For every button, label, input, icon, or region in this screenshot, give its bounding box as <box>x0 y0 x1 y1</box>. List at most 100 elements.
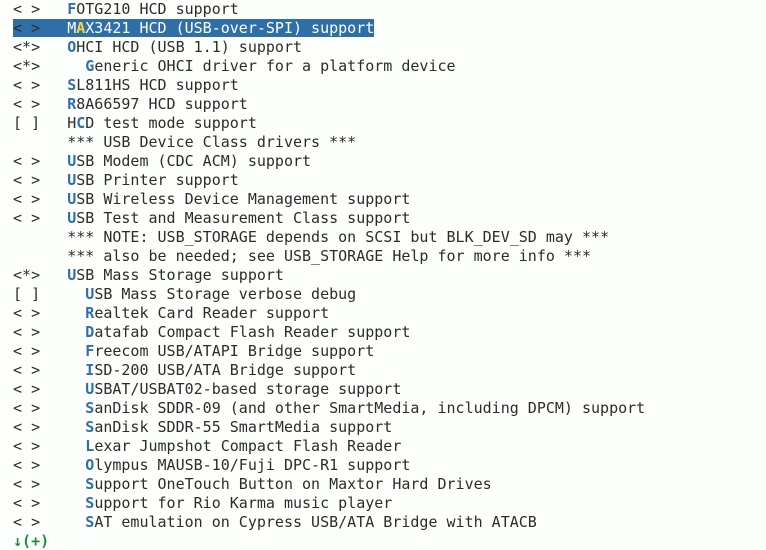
option-label: SAT emulation on Cypress USB/ATA Bridge … <box>85 513 537 531</box>
config-line-16[interactable]: < > Realtek Card Reader support <box>0 304 766 323</box>
option-state[interactable]: < > <box>13 456 40 474</box>
option-state[interactable]: < > <box>13 304 40 322</box>
option-state[interactable]: < > <box>13 418 40 436</box>
config-line-21[interactable]: < > SanDisk SDDR-09 (and other SmartMedi… <box>0 399 766 418</box>
option-label: Generic OHCI driver for a platform devic… <box>85 57 455 75</box>
option-state[interactable]: < > <box>13 95 40 113</box>
hotkey: C <box>76 114 85 132</box>
config-line-17[interactable]: < > Datafab Compact Flash Reader support <box>0 323 766 342</box>
option-state[interactable]: < > <box>13 190 40 208</box>
option-state[interactable]: < > <box>13 0 40 18</box>
config-line-10[interactable]: < > USB Wireless Device Management suppo… <box>0 190 766 209</box>
option-label: SL811HS HCD support <box>67 76 239 94</box>
option-label: ISD-200 USB/ATA Bridge support <box>85 361 356 379</box>
config-line-12[interactable]: *** NOTE: USB_STORAGE depends on SCSI bu… <box>0 228 766 247</box>
option-state[interactable]: < > <box>13 475 40 493</box>
hotkey: R <box>67 95 76 113</box>
option-label: Freecom USB/ATAPI Bridge support <box>85 342 374 360</box>
option-state[interactable]: < > <box>13 399 40 417</box>
hotkey: U <box>67 209 76 227</box>
config-line-1[interactable]: < > MAX3421 HCD (USB-over-SPI) support <box>0 19 766 38</box>
hotkey: U <box>67 266 76 284</box>
menuconfig-screen[interactable]: < > FOTG210 HCD support < > MAX3421 HCD … <box>0 0 766 550</box>
hotkey: S <box>85 475 94 493</box>
option-label: USB Wireless Device Management support <box>67 190 410 208</box>
option-label: R8A66597 HCD support <box>67 95 248 113</box>
down-arrow-icon: ↓(+) <box>4 532 49 550</box>
option-state[interactable]: [ ] <box>13 285 40 303</box>
option-label: Olympus MAUSB-10/Fuji DPC-R1 support <box>85 456 410 474</box>
option-label: FOTG210 HCD support <box>67 0 239 18</box>
config-line-3[interactable]: <*> Generic OHCI driver for a platform d… <box>0 57 766 76</box>
option-state[interactable]: < > <box>13 76 40 94</box>
option-state[interactable]: < > <box>13 380 40 398</box>
hotkey: R <box>85 304 94 322</box>
option-state[interactable]: <*> <box>13 57 40 75</box>
hotkey: G <box>85 57 94 75</box>
option-state[interactable] <box>13 247 40 265</box>
option-label: SanDisk SDDR-55 SmartMedia support <box>85 418 392 436</box>
option-label: USB Printer support <box>67 171 239 189</box>
config-line-19[interactable]: < > ISD-200 USB/ATA Bridge support <box>0 361 766 380</box>
hotkey: I <box>85 361 94 379</box>
hotkey: U <box>67 152 76 170</box>
option-label: Datafab Compact Flash Reader support <box>85 323 410 341</box>
hotkey: O <box>67 38 76 56</box>
config-line-27[interactable]: < > SAT emulation on Cypress USB/ATA Bri… <box>0 513 766 532</box>
option-label: Lexar Jumpshot Compact Flash Reader <box>85 437 401 455</box>
option-state[interactable]: <*> <box>13 38 40 56</box>
config-line-11[interactable]: < > USB Test and Measurement Class suppo… <box>0 209 766 228</box>
selection-highlight: < > MAX3421 HCD (USB-over-SPI) support <box>13 19 374 37</box>
option-label: USB Modem (CDC ACM) support <box>67 152 311 170</box>
config-line-20[interactable]: < > USBAT/USBAT02-based storage support <box>0 380 766 399</box>
config-line-7[interactable]: *** USB Device Class drivers *** <box>0 133 766 152</box>
option-state[interactable] <box>13 133 40 151</box>
config-line-0[interactable]: < > FOTG210 HCD support <box>0 0 766 19</box>
option-label: *** also be needed; see USB_STORAGE Help… <box>67 247 591 265</box>
option-state[interactable]: < > <box>13 361 40 379</box>
option-state[interactable]: [ ] <box>13 114 40 132</box>
config-line-14[interactable]: <*> USB Mass Storage support <box>0 266 766 285</box>
option-label: Support for Rio Karma music player <box>85 494 392 512</box>
option-state[interactable] <box>13 228 40 246</box>
hotkey: S <box>85 494 94 512</box>
config-line-26[interactable]: < > Support for Rio Karma music player <box>0 494 766 513</box>
config-line-22[interactable]: < > SanDisk SDDR-55 SmartMedia support <box>0 418 766 437</box>
option-label: HCD test mode support <box>67 114 257 132</box>
hotkey: U <box>85 285 94 303</box>
config-line-4[interactable]: < > SL811HS HCD support <box>0 76 766 95</box>
config-line-9[interactable]: < > USB Printer support <box>0 171 766 190</box>
option-state[interactable]: < > <box>13 437 40 455</box>
config-line-8[interactable]: < > USB Modem (CDC ACM) support <box>0 152 766 171</box>
option-label: USB Mass Storage verbose debug <box>85 285 356 303</box>
hotkey: U <box>67 190 76 208</box>
option-label: MAX3421 HCD (USB-over-SPI) support <box>67 19 374 37</box>
option-label: USB Test and Measurement Class support <box>67 209 410 227</box>
option-state[interactable]: < > <box>13 513 40 531</box>
option-label: *** USB Device Class drivers *** <box>67 133 356 151</box>
config-line-2[interactable]: <*> OHCI HCD (USB 1.1) support <box>0 38 766 57</box>
option-state[interactable]: < > <box>13 152 40 170</box>
config-line-24[interactable]: < > Olympus MAUSB-10/Fuji DPC-R1 support <box>0 456 766 475</box>
option-state[interactable]: < > <box>13 342 40 360</box>
option-label: OHCI HCD (USB 1.1) support <box>67 38 302 56</box>
option-state[interactable]: <*> <box>13 266 40 284</box>
hotkey: U <box>85 380 94 398</box>
config-line-23[interactable]: < > Lexar Jumpshot Compact Flash Reader <box>0 437 766 456</box>
option-state[interactable]: < > <box>13 494 40 512</box>
option-state[interactable]: < > <box>13 19 40 37</box>
hotkey: L <box>85 437 94 455</box>
hotkey: S <box>85 513 94 531</box>
config-line-18[interactable]: < > Freecom USB/ATAPI Bridge support <box>0 342 766 361</box>
option-state[interactable]: < > <box>13 171 40 189</box>
config-line-13[interactable]: *** also be needed; see USB_STORAGE Help… <box>0 247 766 266</box>
config-line-15[interactable]: [ ] USB Mass Storage verbose debug <box>0 285 766 304</box>
config-line-6[interactable]: [ ] HCD test mode support <box>0 114 766 133</box>
option-state[interactable]: < > <box>13 209 40 227</box>
hotkey: S <box>67 76 76 94</box>
option-label: USB Mass Storage support <box>67 266 284 284</box>
config-line-25[interactable]: < > Support OneTouch Button on Maxtor Ha… <box>0 475 766 494</box>
option-label: SanDisk SDDR-09 (and other SmartMedia, i… <box>85 399 645 417</box>
config-line-5[interactable]: < > R8A66597 HCD support <box>0 95 766 114</box>
option-state[interactable]: < > <box>13 323 40 341</box>
